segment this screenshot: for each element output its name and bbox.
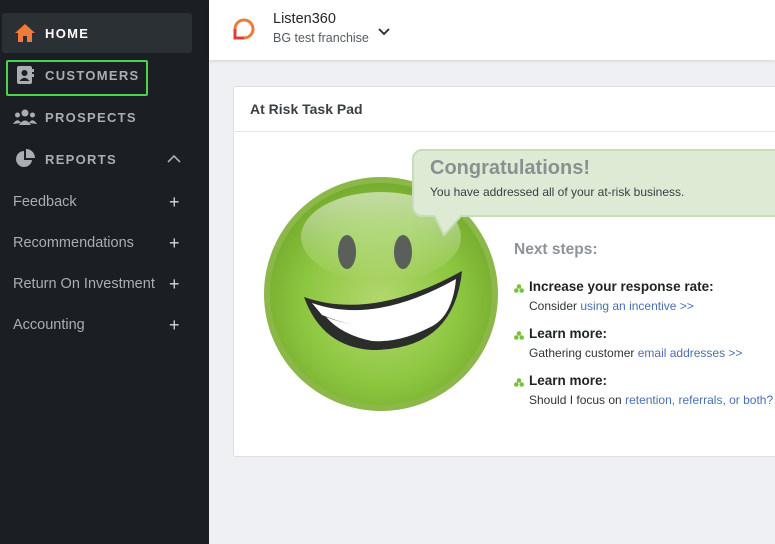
step-title: Learn more: (529, 326, 608, 341)
home-icon (13, 21, 37, 45)
clover-bullet-icon (513, 376, 525, 388)
congratulations-message: You have addressed all of your at-risk b… (430, 185, 685, 199)
users-icon (13, 105, 37, 129)
card-title: At Risk Task Pad (250, 101, 363, 117)
speech-bubble-tail (433, 214, 464, 242)
focus-highlight (6, 60, 148, 96)
retention-referrals-link[interactable]: retention, referrals, or both? (625, 393, 773, 407)
expand-plus-icon[interactable]: + (169, 234, 180, 252)
sidebar-item-roi[interactable]: Return On Investment + (0, 267, 209, 301)
sidebar-item-label: Accounting (13, 317, 85, 333)
sidebar-item-label: Return On Investment (13, 276, 155, 292)
step-description: Should I focus on retention, referrals, … (529, 393, 774, 407)
chevron-up-icon[interactable] (166, 151, 182, 169)
pie-chart-icon (13, 147, 37, 171)
nav-reports-label: REPORTS (45, 151, 117, 167)
sidebar-item-label: Recommendations (13, 235, 134, 251)
at-risk-task-pad-card: At Risk Task Pad Congratulations! You ha… (233, 86, 775, 457)
congratulations-title: Congratulations! (430, 157, 590, 179)
nav-home[interactable]: HOME (2, 13, 192, 53)
sidebar-item-recommendations[interactable]: Recommendations + (0, 226, 209, 260)
sidebar-item-feedback[interactable]: Feedback + (0, 185, 209, 219)
clover-bullet-icon (513, 329, 525, 341)
nav-reports[interactable]: REPORTS (2, 139, 192, 179)
step-title: Increase your response rate: (529, 279, 714, 294)
franchise-name[interactable]: BG test franchise (273, 31, 369, 45)
expand-plus-icon[interactable]: + (169, 193, 180, 211)
expand-plus-icon[interactable]: + (169, 275, 180, 293)
sidebar-item-label: Feedback (13, 194, 77, 210)
next-steps-label: Next steps: (514, 241, 598, 258)
card-header: At Risk Task Pad (234, 87, 775, 132)
chevron-down-icon[interactable] (377, 24, 391, 42)
brand-name[interactable]: Listen360 (273, 11, 336, 27)
sidebar: HOME CUSTOMERS PROSPECTS REPORTS Feedbac… (0, 0, 209, 544)
step-description: Gathering customer email addresses >> (529, 346, 743, 360)
nav-prospects-label: PROSPECTS (45, 109, 137, 125)
email-addresses-link[interactable]: email addresses >> (638, 346, 743, 360)
expand-plus-icon[interactable]: + (169, 316, 180, 334)
clover-bullet-icon (513, 282, 525, 294)
nav-prospects[interactable]: PROSPECTS (2, 97, 192, 137)
top-bar: Listen360 BG test franchise (209, 0, 775, 60)
incentive-link[interactable]: using an incentive >> (580, 299, 693, 313)
sidebar-item-accounting[interactable]: Accounting + (0, 308, 209, 342)
step-description: Consider using an incentive >> (529, 299, 694, 313)
listen360-logo-icon (231, 16, 257, 47)
step-title: Learn more: (529, 373, 608, 388)
nav-home-label: HOME (45, 25, 90, 41)
congratulations-bubble: Congratulations! You have addressed all … (412, 149, 775, 217)
